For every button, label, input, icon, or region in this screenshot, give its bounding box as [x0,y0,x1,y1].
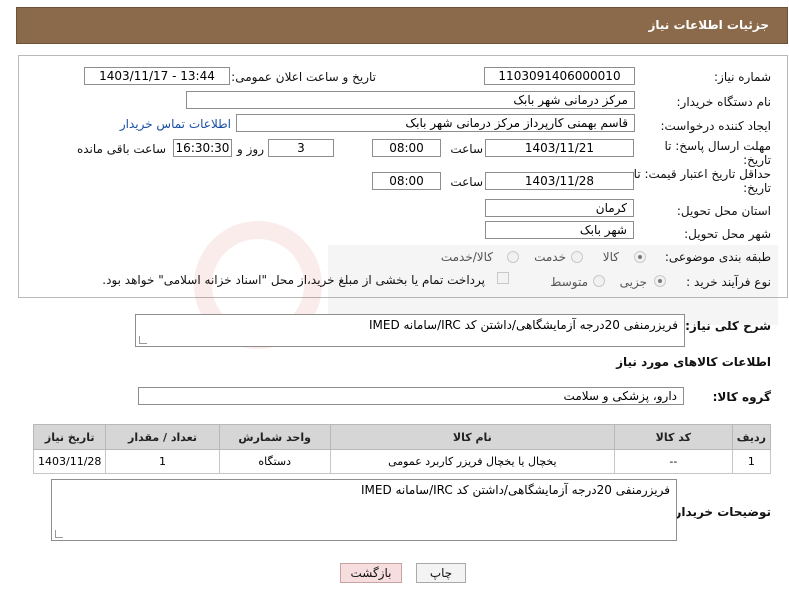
col-quantity: تعداد / مقدار [105,424,220,450]
goods-section-title: اطلاعات کالاهای مورد نیاز [616,355,771,369]
validity-time-field: 08:00 [372,172,441,190]
days-remaining-field: 3 [268,139,334,157]
col-row-number: ردیف [731,424,772,450]
table-row: 1 -- یخچال یا یخچال فریزر کاربرد عمومی د… [32,449,772,474]
buyer-label: نام دستگاه خریدار: [676,95,772,109]
category-label: طبقه بندی موضوعی: [664,250,771,264]
process-option-partial: جزیی [619,275,647,289]
summary-field[interactable]: فریزرمنفی 20درجه آزمایشگاهی/داشتن کد IRC… [135,314,685,347]
need-number-label: شماره نیاز: [714,70,771,84]
category-option-goods: کالا [602,250,619,264]
validity-label: حداقل تاریخ اعتبار قیمت: تا [633,167,771,181]
process-radio-medium[interactable] [593,275,605,287]
days-label: روز و [237,142,264,156]
goods-table: ردیف کد کالا نام کالا واحد شمارش تعداد /… [32,424,772,474]
announce-field: 1403/11/17 - 13:44 [84,67,230,85]
payment-note: پرداخت تمام یا بخشی از مبلغ خرید،از محل … [102,273,485,287]
cell-item-code: -- [613,449,733,474]
buyer-notes-text: فریزرمنفی 20درجه آزمایشگاهی/داشتن کد IRC… [360,483,670,497]
validity-date-field: 1403/11/28 [485,172,634,190]
goods-table-header: ردیف کد کالا نام کالا واحد شمارش تعداد /… [32,424,772,450]
print-button[interactable]: چاپ [416,563,466,583]
cell-need-date: 1403/11/28 [32,449,107,474]
remaining-time-label: ساعت باقی مانده [76,142,166,156]
process-label: نوع فرآیند خرید : [686,275,771,289]
resize-grip-icon [55,530,63,538]
page-header: جزئیات اطلاعات نیاز [16,7,788,44]
category-option-service: خدمت [534,250,566,264]
province-label: استان محل تحویل: [676,204,771,218]
goods-group-label: گروه کالا: [712,390,771,404]
category-radio-goods-service[interactable] [507,251,519,263]
summary-text: فریزرمنفی 20درجه آزمایشگاهی/داشتن کد IRC… [368,318,678,332]
province-field: کرمان [485,199,634,217]
validity-date-label: تاریخ: [743,181,771,195]
col-unit: واحد شمارش [218,424,331,450]
process-option-medium: متوسط [550,275,588,289]
announce-label: تاریخ و ساعت اعلان عمومی: [231,70,376,84]
deadline-date-label: تاریخ: [743,153,771,167]
creator-field: قاسم بهمنی کارپرداز مرکز درمانی شهر بابک [236,114,635,132]
deadline-date-field: 1403/11/21 [485,139,634,157]
back-button[interactable]: بازگشت [340,563,402,583]
buyer-notes-field[interactable]: فریزرمنفی 20درجه آزمایشگاهی/داشتن کد IRC… [51,479,677,541]
deadline-time-field: 08:00 [372,139,441,157]
category-radio-service[interactable] [571,251,583,263]
city-label: شهر محل تحویل: [684,227,771,241]
resize-grip-icon [139,336,147,344]
buyer-contact-link[interactable]: اطلاعات تماس خریدار [120,117,231,131]
creator-label: ایجاد کننده درخواست: [660,119,771,133]
validity-time-label: ساعت [450,175,483,189]
treasury-payment-checkbox[interactable] [497,272,509,284]
cell-quantity: 1 [105,449,220,474]
cell-item-name: یخچال یا یخچال فریزر کاربرد عمومی [329,449,615,474]
deadline-time-label: ساعت [450,142,483,156]
col-item-name: نام کالا [329,424,615,450]
category-option-goods-service: کالا/خدمت [440,250,493,264]
buyer-field: مرکز درمانی شهر بابک [186,91,635,109]
page-title: جزئیات اطلاعات نیاز [648,18,769,32]
city-field: شهر بابک [485,221,634,239]
remaining-time-field: 16:30:30 [173,139,232,157]
summary-label: شرح کلی نیاز: [685,319,771,333]
goods-group-field: دارو، پزشکی و سلامت [138,387,684,405]
col-need-date: تاریخ نیاز [32,424,107,450]
deadline-label: مهلت ارسال پاسخ: تا [664,139,771,153]
buyer-notes-label: توضیحات خریدار: [669,505,771,519]
process-radio-partial[interactable] [654,275,666,287]
category-radio-goods[interactable] [634,251,646,263]
cell-unit: دستگاه [218,449,331,474]
need-number-field: 1103091406000010 [484,67,635,85]
col-item-code: کد کالا [613,424,733,450]
cell-row-number: 1 [731,449,772,474]
